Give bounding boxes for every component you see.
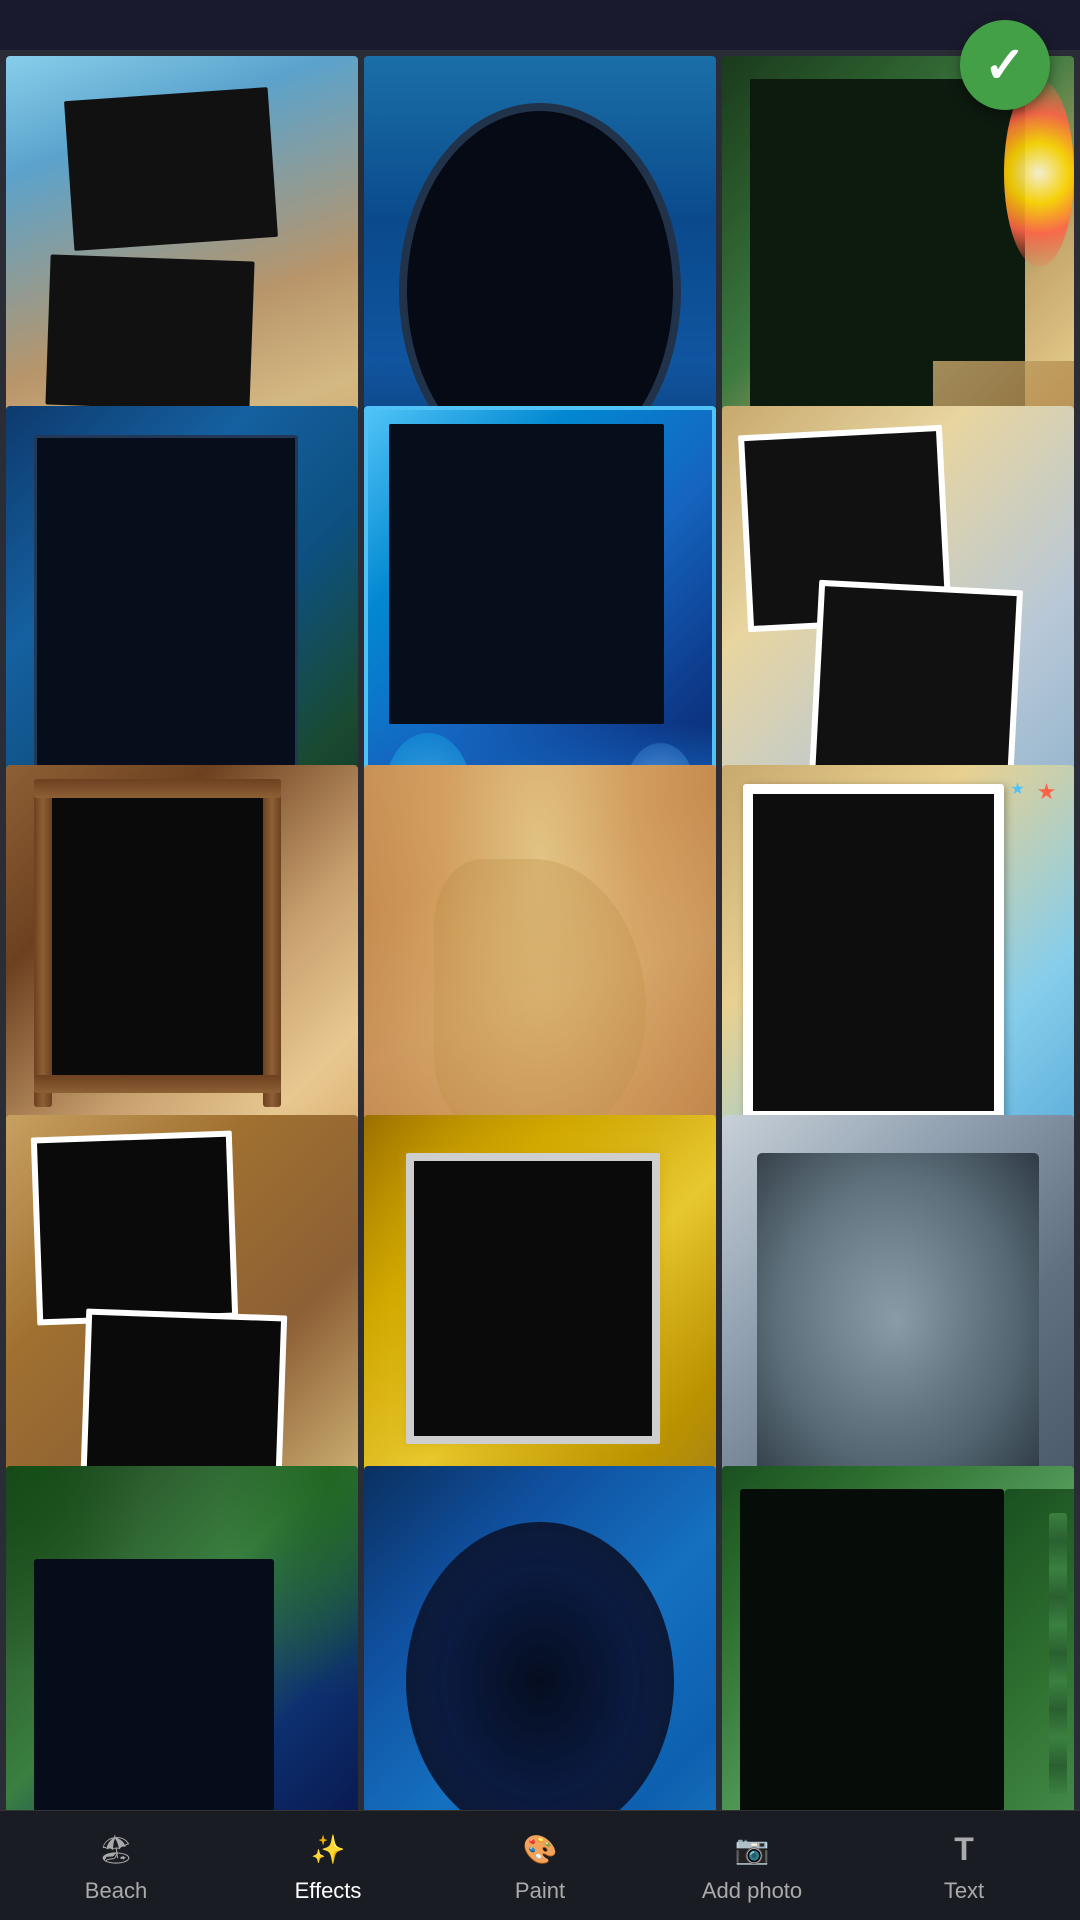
add-photo-icon: 📷 <box>730 1828 774 1872</box>
frame-item[interactable] <box>722 1466 1074 1810</box>
frame-item[interactable] <box>6 1466 358 1810</box>
nav-item-paint[interactable]: 🎨 Paint <box>434 1828 646 1904</box>
add-photo-label: Add photo <box>702 1878 802 1904</box>
effects-label: Effects <box>295 1878 362 1904</box>
paint-icon: 🎨 <box>518 1828 562 1872</box>
bottom-nav: 🏖 Beach ✨ Effects 🎨 Paint 📷 Add photo T … <box>0 1810 1080 1920</box>
nav-item-text[interactable]: T Text <box>858 1828 1070 1904</box>
frame-item[interactable] <box>364 1466 716 1810</box>
text-label: Text <box>944 1878 984 1904</box>
confirm-fab-button[interactable]: ✓ <box>960 20 1050 110</box>
top-header <box>0 0 1080 50</box>
nav-item-beach[interactable]: 🏖 Beach <box>10 1828 222 1904</box>
app-container: ✓ <box>0 0 1080 1920</box>
paint-label: Paint <box>515 1878 565 1904</box>
text-icon: T <box>942 1828 986 1872</box>
beach-icon: 🏖 <box>94 1828 138 1872</box>
nav-item-effects[interactable]: ✨ Effects <box>222 1828 434 1904</box>
beach-label: Beach <box>85 1878 147 1904</box>
check-icon: ✓ <box>984 36 1026 94</box>
effects-icon: ✨ <box>306 1828 350 1872</box>
frames-grid: ★ ★ ✦ <box>0 50 1080 1810</box>
nav-item-add-photo[interactable]: 📷 Add photo <box>646 1828 858 1904</box>
